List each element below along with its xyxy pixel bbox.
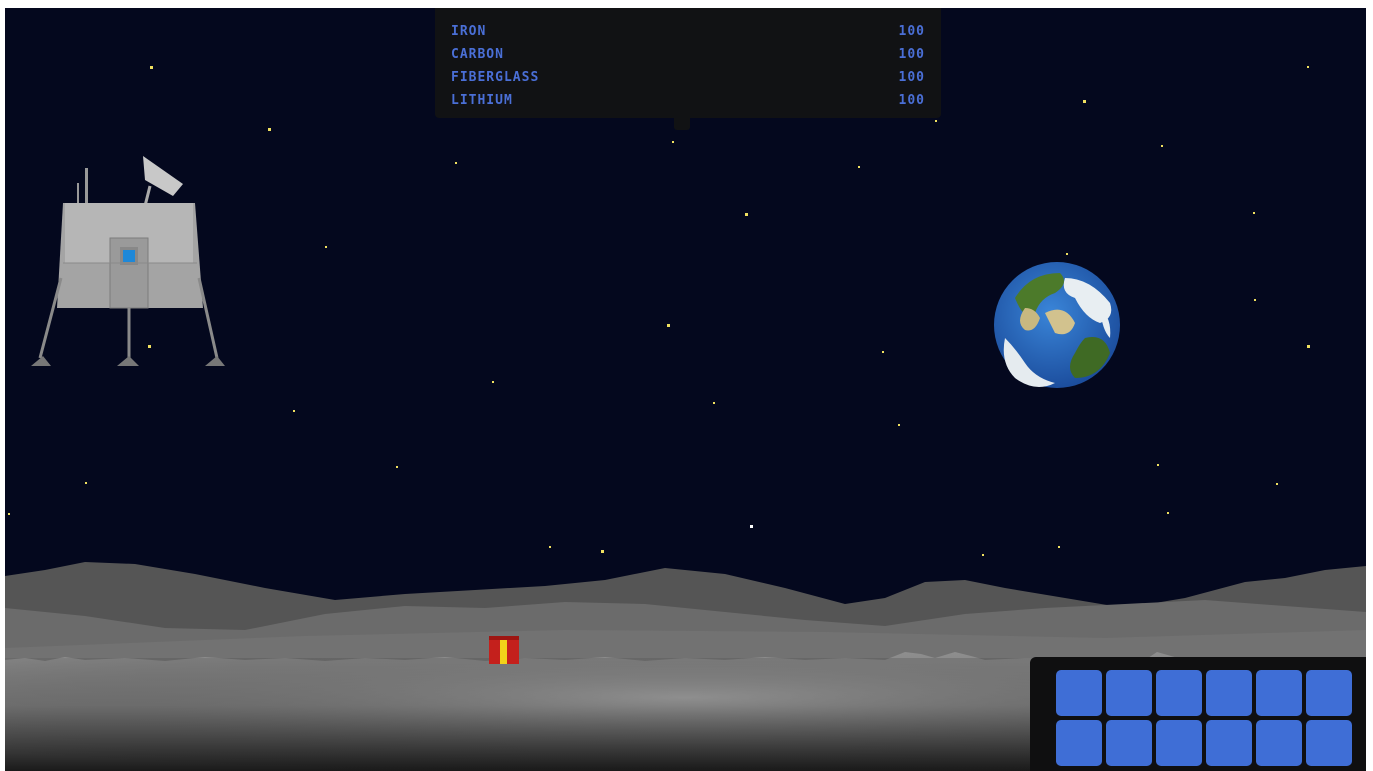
resource-name: IRON bbox=[451, 23, 487, 39]
resource-row-lithium: LITHIUM 100 bbox=[451, 89, 925, 111]
inventory-slot[interactable] bbox=[1056, 670, 1102, 716]
inventory-slot[interactable] bbox=[1256, 670, 1302, 716]
inventory-slot[interactable] bbox=[1106, 720, 1152, 766]
inventory-slot[interactable] bbox=[1256, 720, 1302, 766]
gift-box-icon bbox=[489, 636, 519, 664]
resource-name: LITHIUM bbox=[451, 92, 513, 108]
resource-row-carbon: CARBON 100 bbox=[451, 43, 925, 65]
resource-panel: IRON 100 CARBON 100 FIBERGLASS 100 LITHI… bbox=[435, 8, 941, 130]
resource-amount: 100 bbox=[898, 23, 925, 39]
earth-icon bbox=[994, 262, 1120, 388]
inventory-slot[interactable] bbox=[1206, 720, 1252, 766]
inventory-slot[interactable] bbox=[1056, 720, 1102, 766]
game-viewport[interactable]: IRON 100 CARBON 100 FIBERGLASS 100 LITHI… bbox=[5, 8, 1366, 771]
resource-amount: 100 bbox=[898, 92, 925, 108]
resource-row-iron: IRON 100 bbox=[451, 20, 925, 42]
resource-amount: 100 bbox=[898, 46, 925, 62]
hud-notch bbox=[674, 118, 690, 130]
inventory-slot[interactable] bbox=[1306, 720, 1352, 766]
resource-amount: 100 bbox=[898, 69, 925, 85]
inventory-slot[interactable] bbox=[1306, 670, 1352, 716]
resource-name: CARBON bbox=[451, 46, 504, 62]
resource-name: FIBERGLASS bbox=[451, 69, 540, 85]
resource-row-fiberglass: FIBERGLASS 100 bbox=[451, 66, 925, 88]
inventory-slot[interactable] bbox=[1106, 670, 1152, 716]
inventory-slot[interactable] bbox=[1206, 670, 1252, 716]
inventory-slot[interactable] bbox=[1156, 720, 1202, 766]
inventory-panel bbox=[1030, 657, 1366, 771]
lunar-lander-icon bbox=[31, 156, 225, 366]
inventory-slot[interactable] bbox=[1156, 670, 1202, 716]
